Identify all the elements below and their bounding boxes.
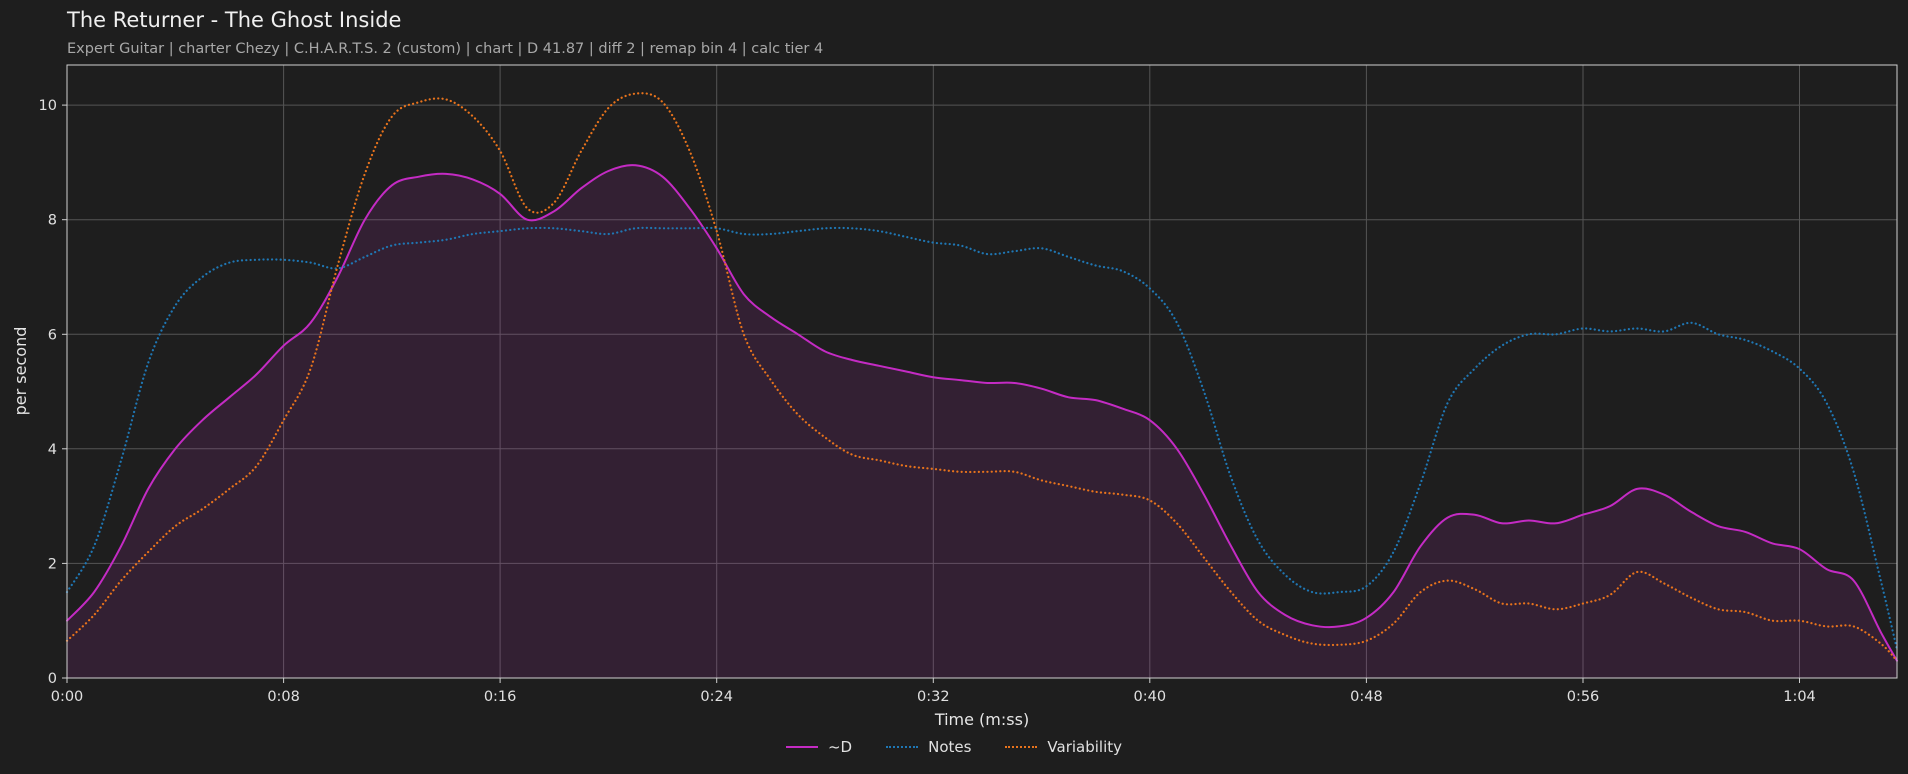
y-tick-label: 10 bbox=[39, 98, 57, 114]
legend-label-d: ~D bbox=[827, 738, 853, 756]
x-tick-label: 0:48 bbox=[1350, 689, 1383, 705]
series-d-area bbox=[67, 165, 1897, 679]
y-tick-label: 2 bbox=[48, 556, 57, 572]
x-tick-label: 0:08 bbox=[267, 689, 300, 705]
y-tick-label: 4 bbox=[48, 442, 57, 458]
legend-label-notes: Notes bbox=[928, 738, 972, 756]
y-tick-label: 8 bbox=[48, 213, 57, 229]
y-tick-label: 6 bbox=[48, 327, 57, 343]
x-tick-label: 0:24 bbox=[700, 689, 733, 705]
legend-swatch-notes bbox=[886, 746, 919, 748]
x-tick-label: 1:04 bbox=[1783, 689, 1816, 705]
fill-layer bbox=[67, 165, 1897, 679]
x-tick-label: 0:40 bbox=[1134, 689, 1167, 705]
x-tick-label: 0:56 bbox=[1567, 689, 1600, 705]
x-axis-label: Time (m:ss) bbox=[934, 710, 1029, 729]
legend-swatch-d bbox=[785, 746, 818, 748]
legend-item-notes: Notes bbox=[886, 738, 971, 756]
legend: ~D Notes Variability bbox=[0, 738, 1908, 756]
legend-swatch-variability bbox=[1005, 746, 1038, 748]
y-tick-label: 0 bbox=[48, 671, 57, 687]
x-tick-label: 0:32 bbox=[917, 689, 950, 705]
legend-item-variability: Variability bbox=[1005, 738, 1122, 756]
legend-label-variability: Variability bbox=[1047, 738, 1123, 756]
line-chart: 0:00 0:08 0:16 0:24 0:32 0:40 0:48 0:56 1:04 0 2 4 6… bbox=[11, 64, 1899, 729]
x-tick-label: 0:00 bbox=[51, 689, 84, 705]
legend-item-d: ~D bbox=[785, 738, 853, 756]
y-axis-label: per second bbox=[11, 327, 30, 416]
x-tick-label: 0:16 bbox=[484, 689, 517, 705]
